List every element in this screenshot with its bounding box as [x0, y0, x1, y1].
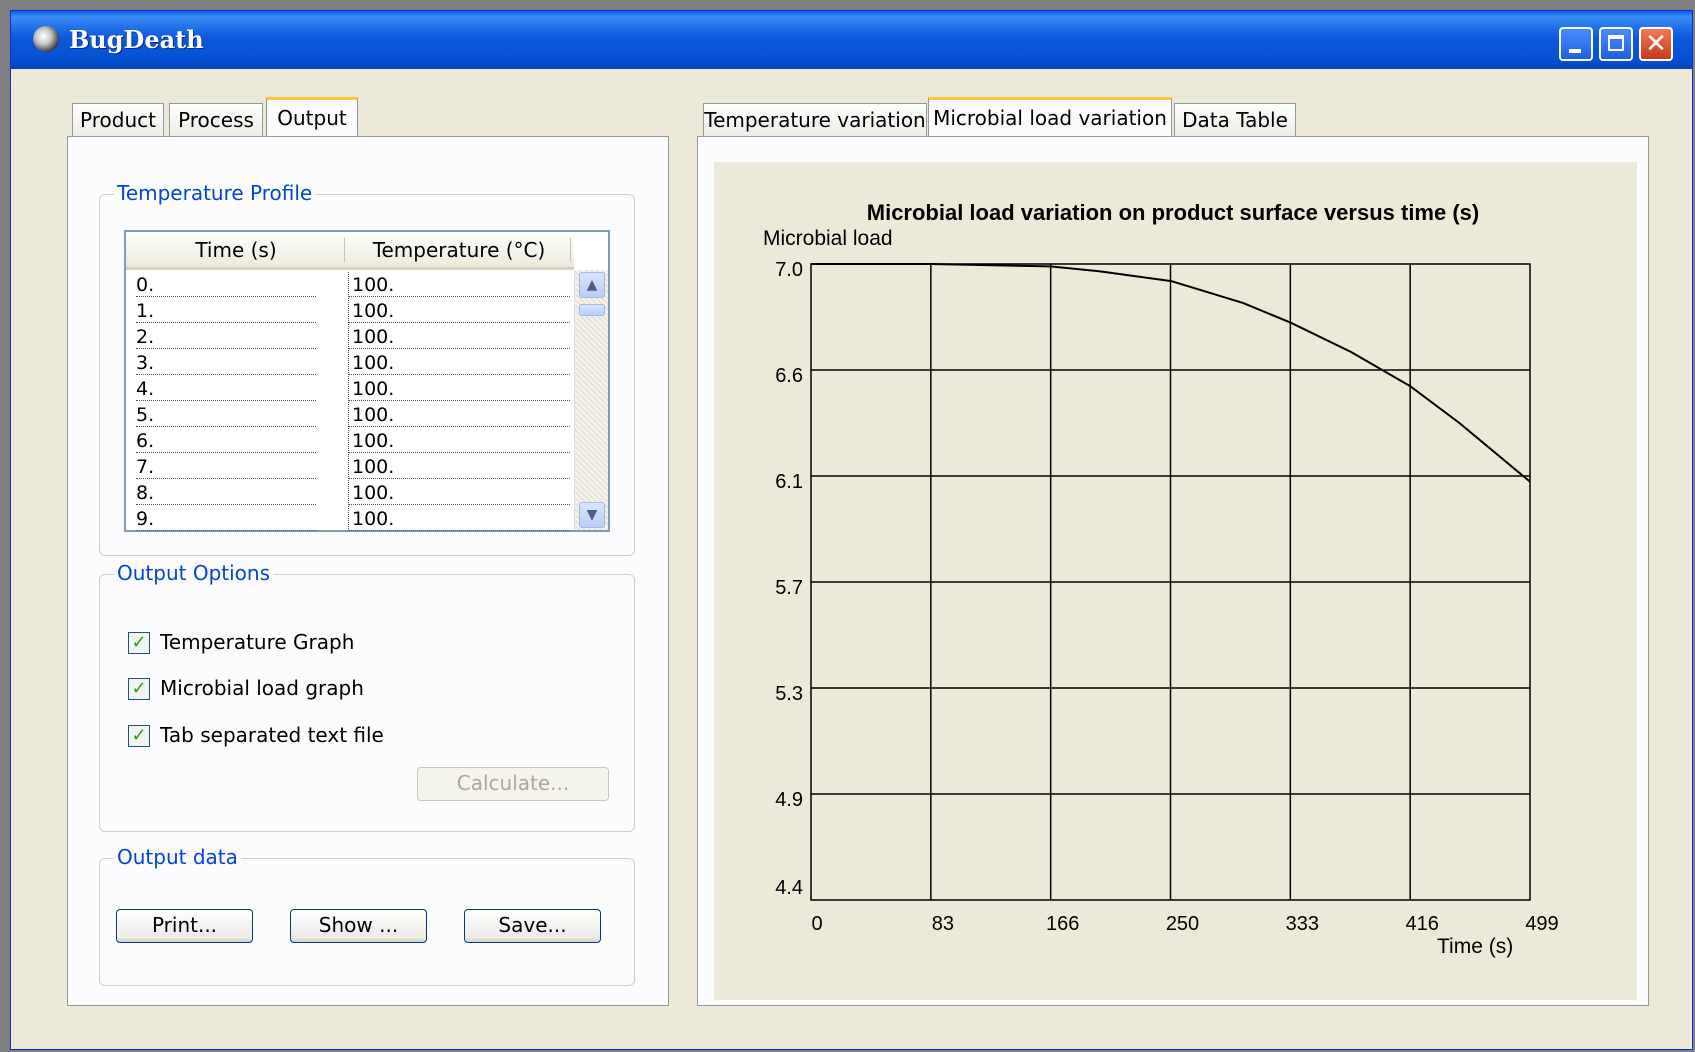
y-tick-label: 4.4	[775, 877, 803, 899]
temperature-cell: 100.	[348, 454, 570, 479]
temperature-cell: 100.	[348, 272, 570, 297]
tab-data-table[interactable]: Data Table	[1174, 103, 1296, 137]
temperature-cell: 100.	[348, 480, 570, 505]
table-row[interactable]: 7. 100.	[126, 454, 570, 480]
minimize-button[interactable]	[1559, 27, 1593, 61]
microbial-load-chart: Microbial load variation on product surf…	[763, 200, 1559, 958]
y-tick-label: 6.6	[775, 365, 803, 387]
show-button[interactable]: Show ...	[290, 909, 427, 943]
checkbox-checked-icon[interactable]: ✓	[128, 632, 150, 654]
tab-process[interactable]: Process	[169, 103, 263, 137]
table-row[interactable]: 3. 100.	[126, 350, 570, 376]
table-row[interactable]: 2. 100.	[126, 324, 570, 350]
x-tick-label: 416	[1405, 913, 1438, 935]
y-tick-label: 4.9	[775, 789, 803, 811]
output-options-label: Output Options	[114, 561, 273, 585]
scroll-down-icon[interactable]: ▼	[579, 502, 605, 528]
maximize-button[interactable]	[1599, 27, 1633, 61]
x-tick-label: 499	[1525, 913, 1558, 935]
print-button[interactable]: Print...	[116, 909, 253, 943]
time-cell: 6.	[136, 428, 316, 453]
temperature-cell: 100.	[348, 298, 570, 323]
x-axis-label: Time (s)	[1437, 935, 1513, 958]
chart-area: Microbial load variation on product surf…	[714, 162, 1637, 1000]
maximize-icon	[1601, 29, 1631, 59]
table-row[interactable]: 4. 100.	[126, 376, 570, 402]
scroll-thumb[interactable]	[579, 304, 605, 316]
y-axis-label: Microbial load	[763, 227, 893, 250]
x-tick-label: 166	[1046, 913, 1079, 935]
scroll-up-icon[interactable]: ▲	[579, 272, 605, 298]
y-tick-label: 5.7	[775, 577, 803, 599]
table-row[interactable]: 5. 100.	[126, 402, 570, 428]
temperature-cell: 100.	[348, 324, 570, 349]
table-row[interactable]: 9. 100.	[126, 506, 570, 532]
time-cell: 8.	[136, 480, 316, 505]
tab-output[interactable]: Output	[266, 97, 358, 137]
save-button[interactable]: Save...	[464, 909, 601, 943]
temperature-profile-list[interactable]: Time (s) Temperature (°C) 0. 100. 1. 100. 2.…	[124, 230, 610, 532]
time-cell: 1.	[136, 298, 316, 323]
y-tick-label: 6.1	[775, 471, 803, 493]
close-button[interactable]: ✕	[1639, 27, 1673, 61]
checkbox-label: Tab separated text file	[160, 723, 384, 747]
x-tick-label: 250	[1166, 913, 1199, 935]
table-row[interactable]: 6. 100.	[126, 428, 570, 454]
output-data-label: Output data	[114, 845, 241, 869]
checkbox-label: Temperature Graph	[160, 630, 355, 654]
time-cell: 3.	[136, 350, 316, 375]
tab-product[interactable]: Product	[72, 103, 164, 137]
app-icon	[33, 26, 59, 52]
temperature-cell: 100.	[348, 428, 570, 453]
tab-temperature-variation[interactable]: Temperature variation	[703, 103, 927, 137]
column-separator	[344, 238, 345, 262]
temperature-cell: 100.	[348, 350, 570, 375]
temperature-cell: 100.	[348, 402, 570, 427]
calculate-button[interactable]: Calculate...	[417, 767, 609, 801]
list-header: Time (s) Temperature (°C)	[126, 232, 574, 270]
tab-microbial-load-variation[interactable]: Microbial load variation	[928, 97, 1172, 137]
checkbox-checked-icon[interactable]: ✓	[128, 725, 150, 747]
time-cell: 5.	[136, 402, 316, 427]
y-tick-label: 5.3	[775, 683, 803, 705]
temperature-profile-label: Temperature Profile	[114, 181, 316, 205]
table-row[interactable]: 0. 100.	[126, 272, 570, 298]
column-separator	[570, 238, 571, 262]
window-title: BugDeath	[69, 25, 204, 54]
x-tick-label: 333	[1286, 913, 1319, 935]
temperature-cell: 100.	[348, 506, 570, 531]
time-cell: 2.	[136, 324, 316, 349]
table-row[interactable]: 1. 100.	[126, 298, 570, 324]
column-header-time[interactable]: Time (s)	[126, 238, 346, 262]
list-scrollbar[interactable]: ▲ ▼	[574, 270, 608, 530]
checkbox-label: Microbial load graph	[160, 676, 364, 700]
time-cell: 9.	[136, 506, 316, 531]
column-header-temperature[interactable]: Temperature (°C)	[348, 238, 570, 262]
temperature-cell: 100.	[348, 376, 570, 401]
table-row[interactable]: 8. 100.	[126, 480, 570, 506]
chart-title: Microbial load variation on product surf…	[867, 200, 1479, 225]
time-cell: 0.	[136, 272, 316, 297]
x-tick-label: 83	[932, 913, 954, 935]
title-bar[interactable]: BugDeath ✕	[11, 11, 1692, 69]
minimize-icon	[1561, 29, 1591, 59]
y-tick-label: 7.0	[775, 259, 803, 281]
time-cell: 7.	[136, 454, 316, 479]
time-cell: 4.	[136, 376, 316, 401]
checkbox-checked-icon[interactable]: ✓	[128, 678, 150, 700]
close-icon: ✕	[1645, 29, 1667, 59]
x-tick-label: 0	[811, 913, 822, 935]
